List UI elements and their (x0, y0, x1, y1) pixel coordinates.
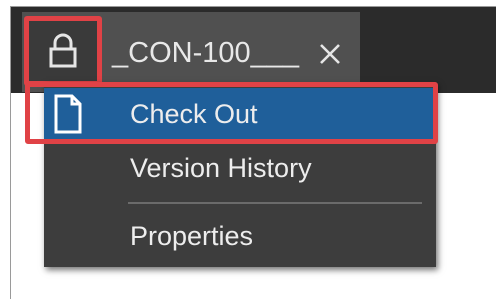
lock-icon (49, 33, 77, 68)
menu-separator (128, 202, 422, 204)
tab-close-button[interactable] (312, 36, 348, 72)
menu-item-version-history[interactable]: Version History (44, 142, 436, 194)
menu-item-check-out[interactable]: Check Out (44, 88, 436, 140)
menu-item-label: Properties (130, 221, 254, 251)
close-icon (320, 44, 340, 64)
tab-title: _CON-100___ (112, 37, 299, 69)
menu-item-label: Version History (130, 153, 312, 183)
menu-item-properties[interactable]: Properties (44, 210, 436, 262)
document-icon (54, 94, 82, 134)
context-menu: Check Out Version History Properties (44, 82, 436, 267)
lock-button[interactable] (24, 16, 102, 86)
menu-item-label: Check Out (130, 99, 258, 129)
